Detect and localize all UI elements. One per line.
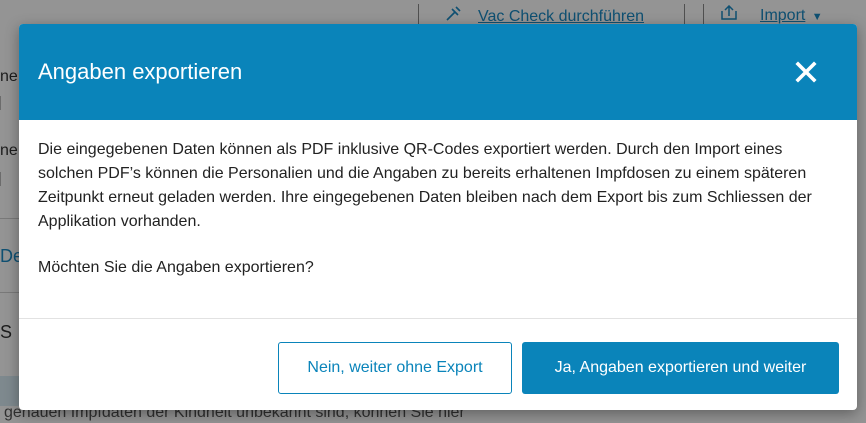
close-button[interactable] xyxy=(791,57,821,87)
dialog-footer: Nein, weiter ohne Export Ja, Angaben exp… xyxy=(19,318,857,410)
export-dialog: Angaben exportieren Die eingegebenen Dat… xyxy=(19,24,857,410)
skip-export-button[interactable]: Nein, weiter ohne Export xyxy=(278,342,512,394)
dialog-body: Die eingegebenen Daten können als PDF in… xyxy=(19,120,857,280)
close-icon xyxy=(795,61,817,83)
dialog-header: Angaben exportieren xyxy=(19,24,857,120)
export-button[interactable]: Ja, Angaben exportieren und weiter xyxy=(522,342,839,394)
dialog-description: Die eingegebenen Daten können als PDF in… xyxy=(38,141,812,230)
dialog-title: Angaben exportieren xyxy=(38,59,243,84)
dialog-question: Möchten Sie die Angaben exportieren? xyxy=(38,259,314,276)
